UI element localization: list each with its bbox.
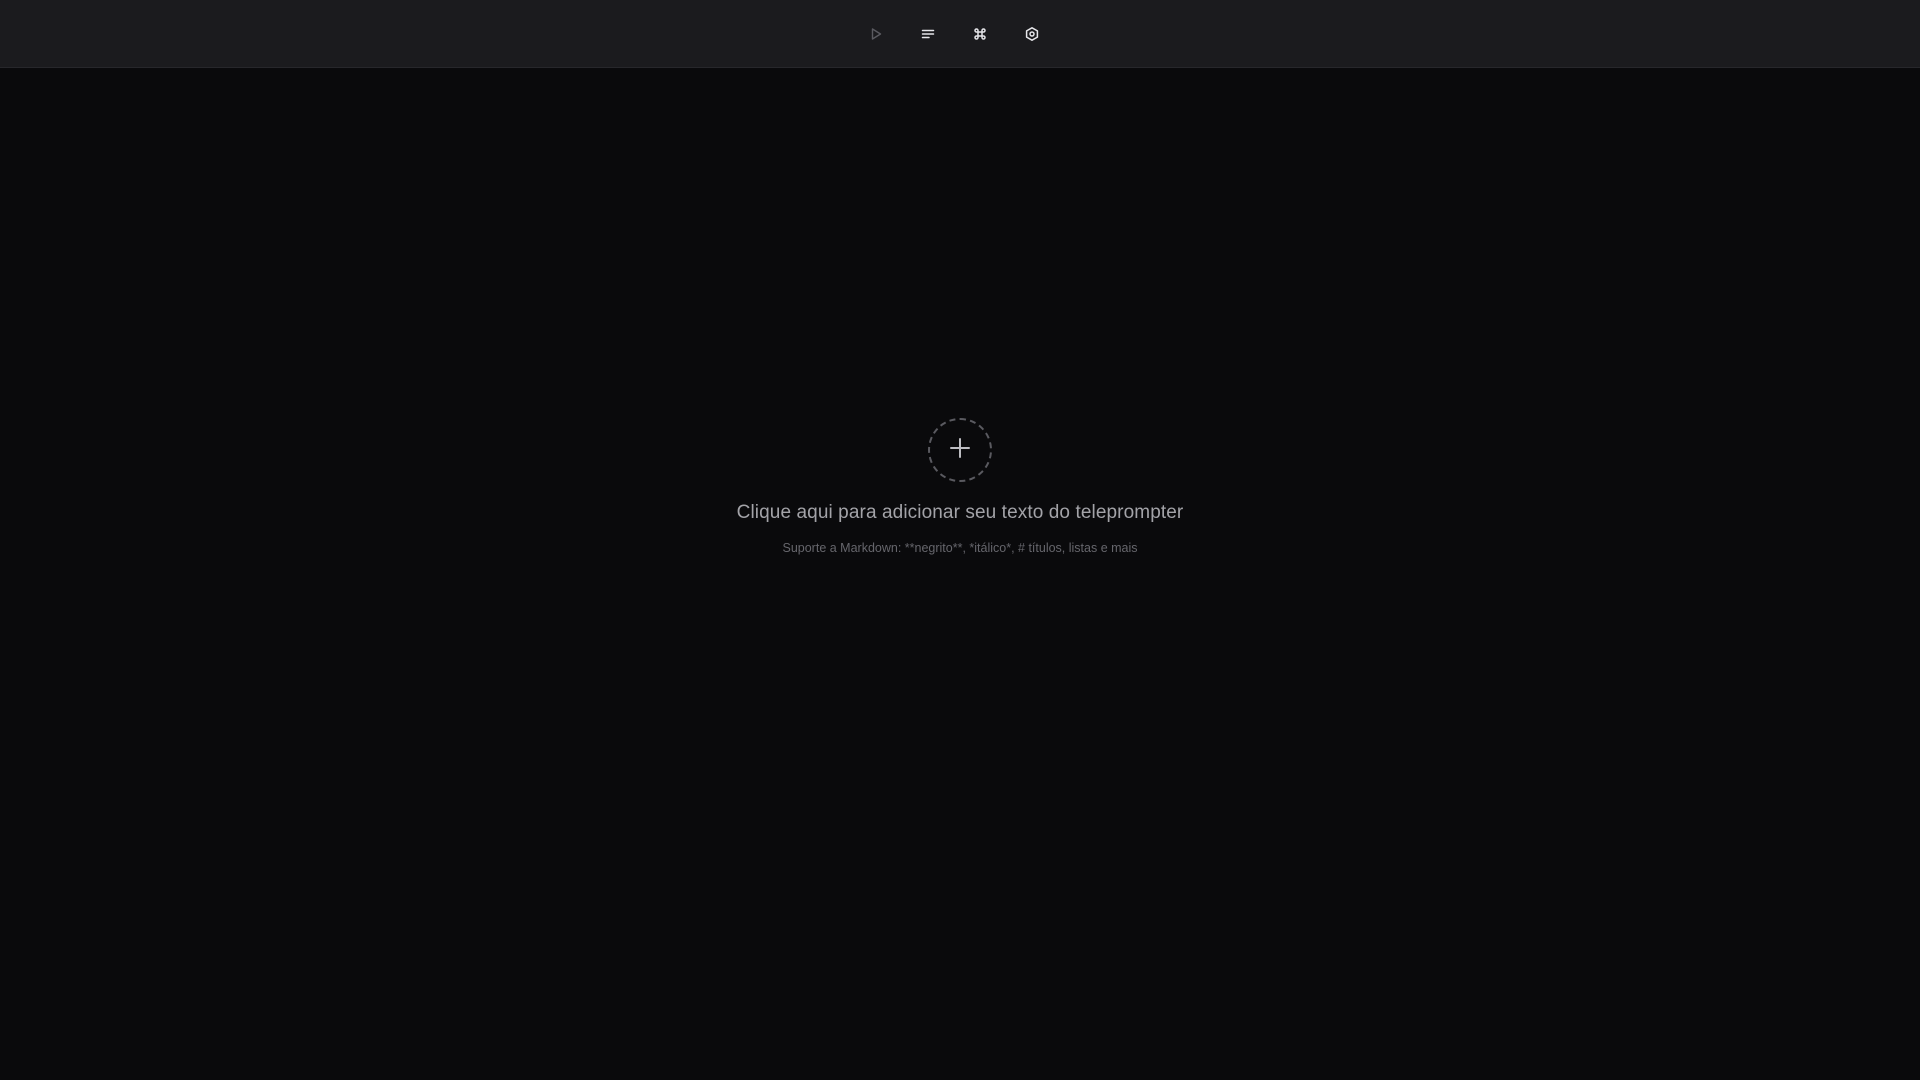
- plus-icon: [948, 436, 972, 465]
- top-toolbar: [0, 0, 1920, 68]
- play-icon: [868, 26, 884, 42]
- teleprompter-app: Clique aqui para adicionar seu texto do …: [0, 0, 1920, 1080]
- settings-icon: [1024, 26, 1040, 42]
- editor-area: [0, 69, 1920, 1080]
- toolbar-button-group: [856, 14, 1052, 54]
- empty-state-title: Clique aqui para adicionar seu texto do …: [736, 502, 1184, 523]
- command-icon: [972, 26, 988, 42]
- add-text-area[interactable]: Clique aqui para adicionar seu texto do …: [0, 418, 1920, 556]
- align-left-icon: [920, 26, 936, 42]
- add-text-button[interactable]: [928, 418, 992, 482]
- settings-button[interactable]: [1012, 14, 1052, 54]
- text-format-button[interactable]: [908, 14, 948, 54]
- markdown-support-hint: Suporte a Markdown: **negrito**, *itálic…: [782, 541, 1138, 555]
- play-button[interactable]: [856, 14, 896, 54]
- shortcuts-button[interactable]: [960, 14, 1000, 54]
